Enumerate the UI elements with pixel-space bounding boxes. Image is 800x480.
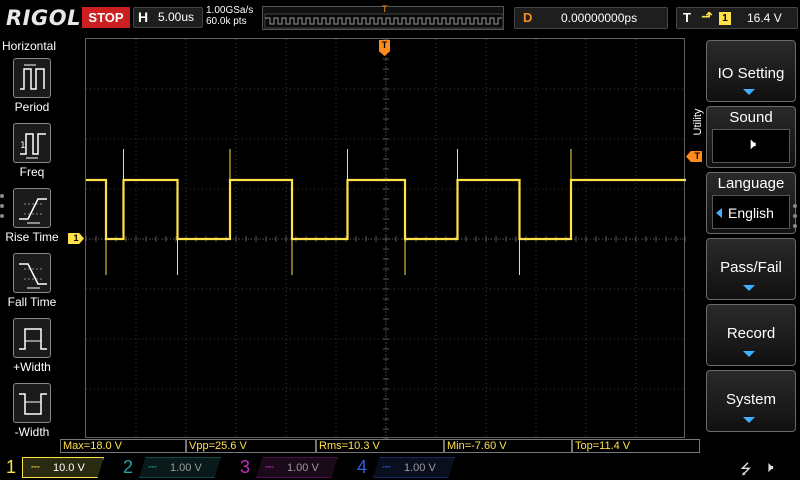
measurement-max: Max=18.0 V — [60, 439, 186, 453]
utility-menu: Utility IO Setting Sound 🕨 Language Engl… — [686, 38, 800, 438]
pass-fail-button[interactable]: Pass/Fail — [706, 238, 796, 300]
channel-3-number: 3 — [239, 457, 250, 477]
pass-fail-chevron-down-icon — [743, 285, 755, 291]
channel-2-scale: 1.00 V — [170, 462, 202, 474]
frequency-icon: 1 — [13, 123, 51, 163]
fall-time-icon — [13, 253, 51, 293]
right-menu-page-indicator — [793, 204, 799, 234]
left-menu-page-indicator — [0, 194, 6, 224]
sample-rate: 1.00GSa/s — [206, 5, 254, 16]
language-label: Language — [717, 175, 785, 192]
sound-label: Sound — [729, 109, 773, 126]
measure-rise-time-button[interactable]: Rise Time — [3, 188, 59, 250]
period-label: Period — [14, 100, 50, 114]
system-button[interactable]: System — [706, 370, 796, 432]
channel-4-number: 4 — [356, 457, 367, 477]
trigger-source-badge: 1 — [719, 12, 731, 25]
channel-status-bar: 1 ⎓ 10.0 V 2 ⎓ 1.00 V 3 ⎓ 1.00 V 4 ⎓ 1.0… — [0, 455, 800, 480]
channel-4-tab[interactable]: 4 ⎓ 1.00 V — [351, 455, 463, 480]
memory-trigger-position-icon: T — [382, 5, 388, 15]
io-setting-label: IO Setting — [717, 65, 785, 82]
io-setting-button[interactable]: IO Setting — [706, 40, 796, 102]
speaker-icon[interactable]: 🕨 — [764, 458, 773, 476]
dc-coupling-icon: ⎓ — [265, 460, 274, 473]
waveform-graticule — [86, 39, 686, 439]
waveform-display[interactable] — [85, 38, 686, 439]
rise-time-label: Rise Time — [5, 230, 59, 244]
delay-display[interactable]: D 0.00000000ps — [514, 7, 668, 29]
rising-edge-icon: ⬏ — [701, 9, 713, 25]
channel-1-tab[interactable]: 1 ⎓ 10.0 V — [0, 455, 112, 480]
trigger-display[interactable]: T ⬏ 1 16.4 V — [676, 7, 798, 29]
trigger-label: T — [683, 10, 691, 25]
pass-fail-label: Pass/Fail — [720, 259, 782, 276]
graticule-grid — [86, 39, 686, 439]
speaker-icon: 🕨 — [745, 136, 757, 153]
dc-coupling-icon: ⎓ — [148, 460, 157, 473]
delay-value: 0.00000000ps — [561, 11, 638, 25]
dc-coupling-icon: ⎓ — [382, 460, 391, 473]
ch1-offset-marker[interactable]: 1 — [68, 233, 84, 244]
trigger-level-value: 16.4 V — [747, 11, 782, 25]
frequency-label: Freq — [19, 165, 45, 179]
sound-value-box: 🕨 — [712, 129, 790, 163]
channel-3-scale: 1.00 V — [287, 462, 319, 474]
utility-tab[interactable]: Utility — [688, 94, 704, 154]
memory-depth: 60.0k pts — [206, 16, 247, 27]
negative-width-label: -Width — [14, 425, 50, 439]
measure-positive-width-button[interactable]: +Width — [3, 318, 59, 380]
positive-width-label: +Width — [13, 360, 51, 374]
measure-frequency-button[interactable]: 1 Freq — [3, 123, 59, 185]
left-menu-title: Horizontal — [2, 39, 57, 53]
channel-3-tab[interactable]: 3 ⎓ 1.00 V — [234, 455, 346, 480]
measure-fall-time-button[interactable]: Fall Time — [3, 253, 59, 315]
record-button[interactable]: Record — [706, 304, 796, 366]
measurement-vpp: Vpp=25.6 V — [186, 439, 316, 453]
measure-period-button[interactable]: Period — [3, 58, 59, 120]
timebase-display[interactable]: H 5.00us — [133, 7, 203, 28]
svg-text:1: 1 — [20, 141, 26, 151]
record-label: Record — [726, 325, 776, 342]
channel-2-settings: ⎓ 1.00 V — [139, 457, 221, 478]
rise-time-icon — [13, 188, 51, 228]
timebase-label: H — [138, 9, 149, 25]
usb-icon: ⭍ — [740, 462, 752, 478]
language-value-box: English — [712, 195, 790, 229]
channel-1-number: 1 — [5, 457, 16, 477]
language-button[interactable]: Language English — [706, 172, 796, 234]
measurement-results-bar: Max=18.0 V Vpp=25.6 V Rms=10.3 V Min=-7.… — [60, 439, 700, 453]
measurement-min: Min=-7.60 V — [444, 439, 572, 453]
measure-negative-width-button[interactable]: -Width — [3, 383, 59, 445]
top-status-bar: RIGOL STOP H 5.00us 1.00GSa/s 60.0k pts … — [0, 0, 800, 36]
channel-2-tab[interactable]: 2 ⎓ 1.00 V — [117, 455, 229, 480]
sampling-info: 1.00GSa/s 60.0k pts — [206, 5, 253, 27]
period-icon — [13, 58, 51, 98]
fall-time-label: Fall Time — [7, 295, 57, 309]
system-chevron-down-icon — [743, 417, 755, 423]
record-chevron-down-icon — [743, 351, 755, 357]
channel-4-scale: 1.00 V — [404, 462, 436, 474]
utility-tab-label: Utility — [692, 108, 704, 136]
channel-1-scale: 10.0 V — [53, 462, 85, 474]
channel-2-number: 2 — [122, 457, 133, 477]
measurement-rms: Rms=10.3 V — [316, 439, 444, 453]
channel-3-settings: ⎓ 1.00 V — [256, 457, 338, 478]
sound-button[interactable]: Sound 🕨 — [706, 106, 796, 168]
brand-logo: RIGOL — [6, 6, 81, 30]
timebase-value: 5.00us — [158, 10, 195, 24]
negative-width-icon — [13, 383, 51, 423]
positive-width-icon — [13, 318, 51, 358]
run-stop-status[interactable]: STOP — [82, 7, 130, 28]
language-value: English — [728, 205, 774, 221]
measurement-top: Top=11.4 V — [572, 439, 700, 453]
io-setting-chevron-down-icon — [743, 89, 755, 95]
delay-label: D — [523, 10, 533, 25]
channel-1-settings: ⎓ 10.0 V — [22, 457, 104, 478]
horizontal-measure-menu: Horizontal Period 1 Freq Rise Time Fall … — [0, 36, 62, 454]
system-label: System — [725, 391, 776, 408]
channel-4-settings: ⎓ 1.00 V — [373, 457, 455, 478]
dc-coupling-icon: ⎓ — [31, 460, 40, 473]
memory-overview-strip: T — [262, 5, 504, 30]
